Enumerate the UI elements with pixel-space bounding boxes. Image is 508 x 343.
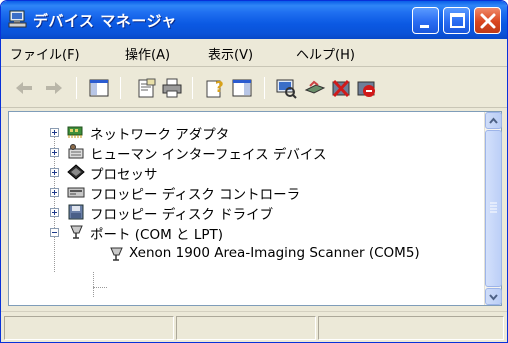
- expand-toggle[interactable]: [50, 188, 59, 197]
- expand-toggle[interactable]: [50, 128, 59, 137]
- vertical-scrollbar[interactable]: [484, 112, 502, 305]
- port-device-icon: [110, 247, 123, 261]
- tree-item-label: ヒューマン インターフェイス デバイス: [90, 147, 327, 163]
- menu-file[interactable]: ファイル(F): [10, 44, 80, 63]
- tree-item-floppy-disk-drives[interactable]: フロッピー ディスク ドライブ: [9, 202, 479, 223]
- toolbar-separator: [192, 77, 193, 99]
- status-panel-1: [4, 316, 174, 340]
- chevron-down-icon: [489, 294, 498, 301]
- toolbar: ?: [1, 68, 507, 108]
- minimize-button[interactable]: [412, 7, 439, 34]
- tree-item-xenon-scanner[interactable]: Xenon 1900 Area-Imaging Scanner (COM5): [9, 244, 479, 264]
- window-title: デバイス マネージャ: [33, 12, 177, 30]
- show-hide-console-tree-icon[interactable]: [88, 77, 110, 99]
- maximize-button[interactable]: [443, 7, 470, 34]
- tree-item-network-adapters[interactable]: ネットワーク アダプタ: [9, 122, 479, 143]
- status-panel-3: [318, 316, 504, 340]
- tree-item-human-interface-devices[interactable]: ヒューマン インターフェイス デバイス: [9, 142, 479, 163]
- uninstall-icon[interactable]: [330, 77, 352, 99]
- toolbar-separator: [120, 77, 121, 99]
- device-tree[interactable]: ネットワーク アダプタ ヒューマン インターフェイス デバイス プロセッサ フロ…: [8, 111, 502, 306]
- tree-item-label: フロッピー ディスク コントローラ: [90, 187, 301, 203]
- help-icon[interactable]: ?: [204, 77, 226, 99]
- properties-icon[interactable]: [135, 77, 157, 99]
- expand-toggle[interactable]: [50, 148, 59, 157]
- tree-item-label: ポート (COM と LPT): [90, 227, 224, 243]
- tree-item-processors[interactable]: プロセッサ: [9, 162, 479, 183]
- forward-arrow-icon[interactable]: [43, 77, 65, 99]
- update-driver-icon[interactable]: [304, 77, 326, 99]
- grip-icon: [490, 202, 497, 213]
- expand-toggle[interactable]: [50, 208, 59, 217]
- print-icon[interactable]: [161, 77, 183, 99]
- device-manager-icon: [8, 10, 27, 28]
- disable-device-icon[interactable]: [355, 77, 377, 99]
- tree-item-label: Xenon 1900 Area-Imaging Scanner (COM5): [129, 245, 420, 261]
- tree-item-label: ネットワーク アダプタ: [90, 127, 230, 143]
- expand-toggle[interactable]: [50, 168, 59, 177]
- title-bar[interactable]: デバイス マネージャ: [1, 1, 507, 39]
- floppy-drive-icon: [68, 204, 84, 220]
- tree-item-floppy-disk-controllers[interactable]: フロッピー ディスク コントローラ: [9, 182, 479, 203]
- menu-view[interactable]: 表示(V): [208, 44, 253, 63]
- collapse-toggle[interactable]: [50, 228, 59, 237]
- close-icon: [480, 13, 496, 29]
- hid-icon: [68, 144, 84, 159]
- tree-line: [93, 272, 94, 297]
- toolbar-separator: [264, 77, 265, 99]
- minimize-icon: [420, 25, 429, 28]
- tree-item-label: フロッピー ディスク ドライブ: [90, 207, 274, 223]
- svg-text:?: ?: [215, 78, 224, 96]
- port-icon: [70, 225, 83, 239]
- scroll-thumb[interactable]: [485, 130, 502, 287]
- toolbar-separator: [76, 77, 77, 99]
- menu-action[interactable]: 操作(A): [125, 44, 170, 63]
- tree-line: [93, 287, 107, 288]
- show-hide-action-pane-icon[interactable]: [231, 77, 253, 99]
- menu-bar: ファイル(F) 操作(A) 表示(V) ヘルプ(H): [1, 39, 507, 67]
- tree-item-ports-com-lpt[interactable]: ポート (COM と LPT): [9, 222, 479, 243]
- scan-hardware-changes-icon[interactable]: [275, 77, 297, 99]
- device-manager-window: デバイス マネージャ ファイル(F) 操作(A) 表示(V) ヘルプ(H) ? …: [0, 0, 508, 343]
- network-adapter-icon: [67, 126, 83, 138]
- tree-item-label: プロセッサ: [90, 167, 158, 183]
- processor-icon: [67, 164, 85, 180]
- close-button[interactable]: [474, 7, 501, 34]
- maximize-icon: [450, 13, 465, 28]
- menu-help[interactable]: ヘルプ(H): [296, 44, 355, 63]
- chevron-up-icon: [489, 117, 498, 124]
- scroll-down-button[interactable]: [485, 288, 502, 305]
- status-bar: [1, 311, 507, 342]
- floppy-controller-icon: [67, 187, 85, 198]
- back-arrow-icon[interactable]: [13, 77, 35, 99]
- scroll-up-button[interactable]: [485, 112, 502, 129]
- status-panel-2: [176, 316, 316, 340]
